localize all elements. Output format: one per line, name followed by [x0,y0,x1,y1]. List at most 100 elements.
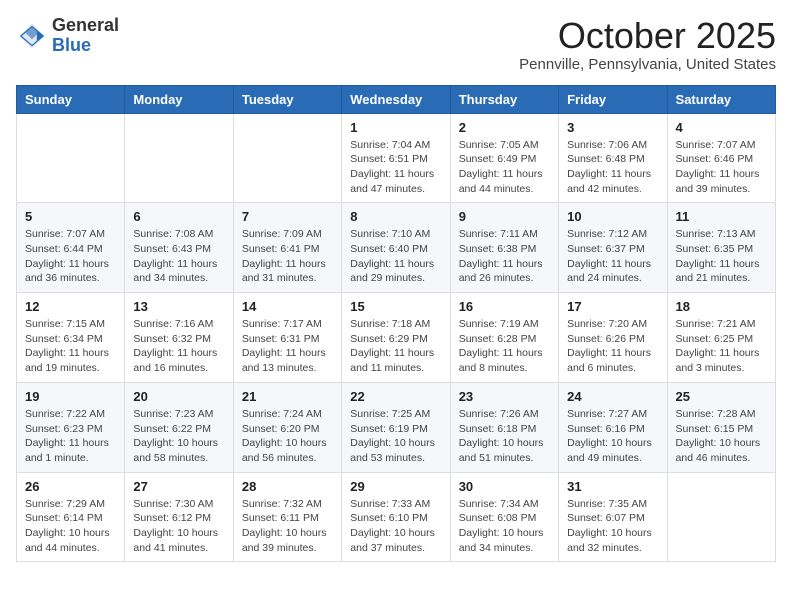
title-block: October 2025 Pennville, Pennsylvania, Un… [519,16,776,73]
weekday-header: Monday [125,85,233,113]
day-info: Sunrise: 7:32 AM Sunset: 6:11 PM Dayligh… [242,497,333,556]
day-info: Sunrise: 7:18 AM Sunset: 6:29 PM Dayligh… [350,317,441,376]
day-number: 6 [133,209,224,224]
day-number: 20 [133,389,224,404]
logo-icon [16,20,48,52]
calendar-day-cell: 16 Sunrise: 7:19 AM Sunset: 6:28 PM Dayli… [450,293,558,383]
day-info: Sunrise: 7:07 AM Sunset: 6:46 PM Dayligh… [676,138,767,197]
day-number: 31 [567,479,658,494]
calendar-day-cell: 30 Sunrise: 7:34 AM Sunset: 6:08 PM Dayli… [450,472,558,562]
logo: General Blue [16,16,119,56]
calendar-day-cell: 13 Sunrise: 7:16 AM Sunset: 6:32 PM Dayli… [125,293,233,383]
day-number: 13 [133,299,224,314]
day-info: Sunrise: 7:11 AM Sunset: 6:38 PM Dayligh… [459,227,550,286]
calendar-day-cell [125,113,233,203]
logo-text: General Blue [52,16,119,56]
day-number: 8 [350,209,441,224]
weekday-header-row: SundayMondayTuesdayWednesdayThursdayFrid… [17,85,776,113]
day-info: Sunrise: 7:28 AM Sunset: 6:15 PM Dayligh… [676,407,767,466]
day-info: Sunrise: 7:07 AM Sunset: 6:44 PM Dayligh… [25,227,116,286]
day-info: Sunrise: 7:10 AM Sunset: 6:40 PM Dayligh… [350,227,441,286]
day-info: Sunrise: 7:23 AM Sunset: 6:22 PM Dayligh… [133,407,224,466]
calendar-day-cell [667,472,775,562]
calendar-day-cell: 1 Sunrise: 7:04 AM Sunset: 6:51 PM Daylig… [342,113,450,203]
day-number: 23 [459,389,550,404]
day-number: 28 [242,479,333,494]
day-info: Sunrise: 7:12 AM Sunset: 6:37 PM Dayligh… [567,227,658,286]
day-number: 14 [242,299,333,314]
weekday-header: Saturday [667,85,775,113]
calendar-week-row: 12 Sunrise: 7:15 AM Sunset: 6:34 PM Dayli… [17,293,776,383]
day-number: 19 [25,389,116,404]
day-number: 2 [459,120,550,135]
calendar-day-cell: 24Sunrise: 7:27 AM Sunset: 6:16 PM Dayli… [559,382,667,472]
day-info: Sunrise: 7:21 AM Sunset: 6:25 PM Dayligh… [676,317,767,376]
day-number: 26 [25,479,116,494]
calendar-day-cell: 23Sunrise: 7:26 AM Sunset: 6:18 PM Dayli… [450,382,558,472]
calendar-day-cell: 25 Sunrise: 7:28 AM Sunset: 6:15 PM Dayli… [667,382,775,472]
day-info: Sunrise: 7:04 AM Sunset: 6:51 PM Dayligh… [350,138,441,197]
calendar-week-row: 5Sunrise: 7:07 AM Sunset: 6:44 PM Daylig… [17,203,776,293]
calendar-day-cell: 15 Sunrise: 7:18 AM Sunset: 6:29 PM Dayli… [342,293,450,383]
weekday-header: Wednesday [342,85,450,113]
calendar-day-cell: 12 Sunrise: 7:15 AM Sunset: 6:34 PM Dayli… [17,293,125,383]
day-info: Sunrise: 7:34 AM Sunset: 6:08 PM Dayligh… [459,497,550,556]
day-info: Sunrise: 7:25 AM Sunset: 6:19 PM Dayligh… [350,407,441,466]
calendar-table: SundayMondayTuesdayWednesdayThursdayFrid… [16,85,776,563]
calendar-day-cell: 18 Sunrise: 7:21 AM Sunset: 6:25 PM Dayli… [667,293,775,383]
day-info: Sunrise: 7:19 AM Sunset: 6:28 PM Dayligh… [459,317,550,376]
calendar-day-cell: 22 Sunrise: 7:25 AM Sunset: 6:19 PM Dayli… [342,382,450,472]
location-subtitle: Pennville, Pennsylvania, United States [519,56,776,73]
calendar-day-cell: 9Sunrise: 7:11 AM Sunset: 6:38 PM Daylig… [450,203,558,293]
month-title: October 2025 [519,16,776,56]
calendar-day-cell: 11 Sunrise: 7:13 AM Sunset: 6:35 PM Dayli… [667,203,775,293]
logo-general: General [52,15,119,35]
day-number: 22 [350,389,441,404]
calendar-day-cell: 6 Sunrise: 7:08 AM Sunset: 6:43 PM Daylig… [125,203,233,293]
day-info: Sunrise: 7:22 AM Sunset: 6:23 PM Dayligh… [25,407,116,466]
day-info: Sunrise: 7:24 AM Sunset: 6:20 PM Dayligh… [242,407,333,466]
day-number: 30 [459,479,550,494]
calendar-week-row: 19 Sunrise: 7:22 AM Sunset: 6:23 PM Dayli… [17,382,776,472]
day-info: Sunrise: 7:27 AM Sunset: 6:16 PM Dayligh… [567,407,658,466]
day-number: 18 [676,299,767,314]
day-number: 1 [350,120,441,135]
calendar-day-cell: 31 Sunrise: 7:35 AM Sunset: 6:07 PM Dayli… [559,472,667,562]
day-number: 12 [25,299,116,314]
calendar-day-cell: 17 Sunrise: 7:20 AM Sunset: 6:26 PM Dayli… [559,293,667,383]
day-info: Sunrise: 7:05 AM Sunset: 6:49 PM Dayligh… [459,138,550,197]
day-number: 3 [567,120,658,135]
day-number: 11 [676,209,767,224]
weekday-header: Tuesday [233,85,341,113]
calendar-week-row: 1 Sunrise: 7:04 AM Sunset: 6:51 PM Daylig… [17,113,776,203]
calendar-day-cell: 8 Sunrise: 7:10 AM Sunset: 6:40 PM Daylig… [342,203,450,293]
calendar-day-cell: 2 Sunrise: 7:05 AM Sunset: 6:49 PM Daylig… [450,113,558,203]
day-number: 4 [676,120,767,135]
calendar-day-cell: 29 Sunrise: 7:33 AM Sunset: 6:10 PM Dayli… [342,472,450,562]
day-info: Sunrise: 7:13 AM Sunset: 6:35 PM Dayligh… [676,227,767,286]
day-number: 21 [242,389,333,404]
day-info: Sunrise: 7:06 AM Sunset: 6:48 PM Dayligh… [567,138,658,197]
day-info: Sunrise: 7:08 AM Sunset: 6:43 PM Dayligh… [133,227,224,286]
day-number: 17 [567,299,658,314]
calendar-day-cell [17,113,125,203]
day-info: Sunrise: 7:33 AM Sunset: 6:10 PM Dayligh… [350,497,441,556]
day-info: Sunrise: 7:29 AM Sunset: 6:14 PM Dayligh… [25,497,116,556]
day-number: 27 [133,479,224,494]
page-header: General Blue October 2025 Pennville, Pen… [16,16,776,73]
calendar-day-cell: 3 Sunrise: 7:06 AM Sunset: 6:48 PM Daylig… [559,113,667,203]
calendar-day-cell [233,113,341,203]
calendar-day-cell: 7Sunrise: 7:09 AM Sunset: 6:41 PM Daylig… [233,203,341,293]
calendar-day-cell: 5Sunrise: 7:07 AM Sunset: 6:44 PM Daylig… [17,203,125,293]
day-number: 15 [350,299,441,314]
day-info: Sunrise: 7:16 AM Sunset: 6:32 PM Dayligh… [133,317,224,376]
day-info: Sunrise: 7:20 AM Sunset: 6:26 PM Dayligh… [567,317,658,376]
day-number: 16 [459,299,550,314]
day-number: 25 [676,389,767,404]
day-number: 29 [350,479,441,494]
day-info: Sunrise: 7:35 AM Sunset: 6:07 PM Dayligh… [567,497,658,556]
calendar-day-cell: 28 Sunrise: 7:32 AM Sunset: 6:11 PM Dayli… [233,472,341,562]
day-info: Sunrise: 7:09 AM Sunset: 6:41 PM Dayligh… [242,227,333,286]
calendar-day-cell: 4 Sunrise: 7:07 AM Sunset: 6:46 PM Daylig… [667,113,775,203]
day-info: Sunrise: 7:15 AM Sunset: 6:34 PM Dayligh… [25,317,116,376]
